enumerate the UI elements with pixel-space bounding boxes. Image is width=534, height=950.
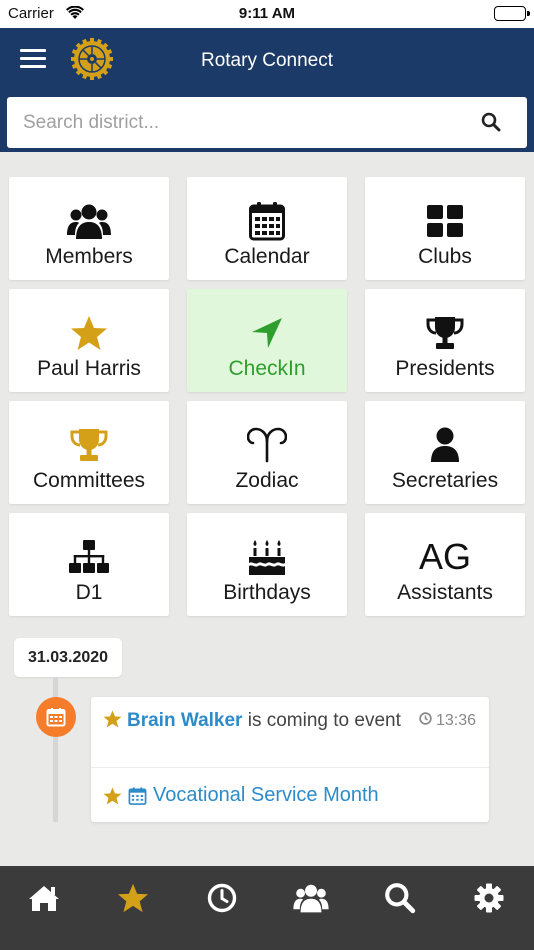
search-bar bbox=[7, 97, 527, 148]
tile-birthdays[interactable]: Birthdays bbox=[187, 513, 347, 616]
tile-paul-harris[interactable]: Paul Harris bbox=[9, 289, 169, 392]
tile-presidents[interactable]: Presidents bbox=[365, 289, 525, 392]
calendar-icon bbox=[36, 697, 76, 737]
gear-icon bbox=[474, 883, 504, 918]
tile-label: Secretaries bbox=[391, 469, 499, 492]
tile-calendar[interactable]: Calendar bbox=[187, 177, 347, 280]
tile-label: Zodiac bbox=[235, 469, 299, 492]
tile-label: Paul Harris bbox=[37, 357, 141, 380]
tile-checkin[interactable]: CheckIn bbox=[187, 289, 347, 392]
search-icon bbox=[384, 882, 416, 919]
trophy-icon bbox=[9, 425, 169, 465]
tile-label: Committees bbox=[32, 469, 146, 492]
tile-label: Calendar bbox=[224, 245, 310, 268]
ag-text-icon: AG bbox=[365, 537, 525, 577]
person-link[interactable]: Brain Walker bbox=[127, 710, 242, 731]
star-icon bbox=[103, 710, 122, 734]
tab-search[interactable] bbox=[380, 882, 420, 918]
clock-icon bbox=[418, 712, 432, 725]
tile-d1[interactable]: D1 bbox=[9, 513, 169, 616]
calendar-icon bbox=[128, 786, 147, 805]
star-icon bbox=[117, 883, 149, 918]
aries-icon bbox=[187, 425, 347, 465]
event-name: Vocational Service Month bbox=[153, 784, 379, 806]
tab-favorites[interactable] bbox=[113, 882, 153, 918]
tile-label: Birthdays bbox=[223, 581, 311, 604]
event-text: is coming to event bbox=[247, 710, 401, 731]
tile-secretaries[interactable]: Secretaries bbox=[365, 401, 525, 504]
tile-label: Assistants bbox=[397, 581, 493, 604]
trophy-icon bbox=[365, 313, 525, 353]
tile-label: D1 bbox=[75, 581, 103, 604]
clock-icon bbox=[207, 883, 237, 918]
event-description: Brain Walker is coming to event bbox=[103, 710, 413, 734]
tile-clubs[interactable]: Clubs bbox=[365, 177, 525, 280]
tab-history[interactable] bbox=[202, 882, 242, 918]
star-icon bbox=[103, 787, 122, 804]
tile-label: Clubs bbox=[418, 245, 472, 268]
birthday-cake-icon bbox=[187, 537, 347, 577]
ag-label: AG bbox=[418, 536, 471, 577]
tile-label: Members bbox=[45, 245, 133, 268]
card-divider bbox=[91, 767, 489, 768]
app-title: Rotary Connect bbox=[200, 50, 333, 71]
tile-label: Presidents bbox=[395, 357, 495, 380]
tile-committees[interactable]: Committees bbox=[9, 401, 169, 504]
user-icon bbox=[365, 425, 525, 465]
event-link[interactable]: Vocational Service Month bbox=[103, 784, 379, 807]
search-icon[interactable] bbox=[481, 112, 501, 137]
tile-assistants[interactable]: AG Assistants bbox=[365, 513, 525, 616]
status-bar: Carrier 9:11 AM bbox=[0, 0, 534, 28]
location-arrow-icon bbox=[187, 313, 347, 353]
home-icon bbox=[28, 884, 60, 917]
tile-zodiac[interactable]: Zodiac bbox=[187, 401, 347, 504]
clock-label: 9:11 AM bbox=[238, 5, 296, 22]
users-icon bbox=[293, 882, 329, 919]
calendar-icon bbox=[187, 201, 347, 241]
bottom-tab-bar bbox=[0, 866, 534, 950]
tile-label: CheckIn bbox=[228, 357, 306, 380]
event-time-label: 13:36 bbox=[435, 712, 476, 729]
users-icon bbox=[9, 201, 169, 241]
star-icon bbox=[9, 313, 169, 353]
app-header: Rotary Connect bbox=[0, 28, 534, 152]
district-search-input[interactable] bbox=[23, 97, 463, 148]
tab-home[interactable] bbox=[24, 882, 64, 918]
battery-icon bbox=[494, 6, 530, 21]
grid-icon bbox=[365, 201, 525, 241]
timeline-date-badge: 31.03.2020 bbox=[14, 638, 122, 677]
sitemap-icon bbox=[9, 537, 169, 577]
tile-members[interactable]: Members bbox=[9, 177, 169, 280]
tab-settings[interactable] bbox=[469, 882, 509, 918]
tab-members[interactable] bbox=[291, 882, 331, 918]
event-timestamp: 13:36 bbox=[418, 712, 476, 730]
event-card[interactable]: Brain Walker is coming to event 13:36 Vo… bbox=[91, 697, 489, 822]
